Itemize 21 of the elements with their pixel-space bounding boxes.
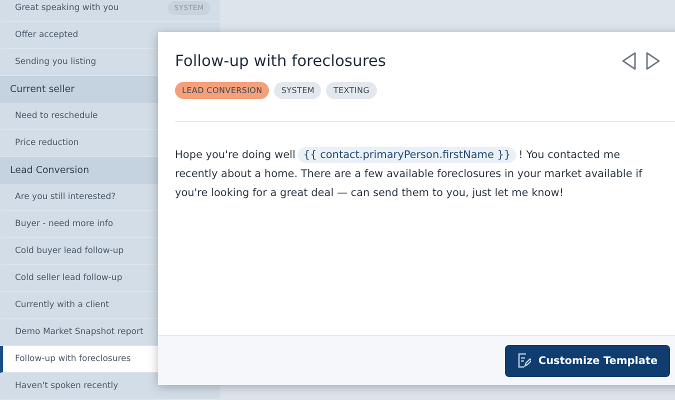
next-icon[interactable] (645, 52, 661, 70)
template-name: Offer accepted (15, 30, 78, 40)
template-name: Follow-up with foreclosures (15, 354, 131, 364)
variable-chip: {{ contact.primaryPerson.firstName }} (298, 147, 516, 163)
category-tag: LEAD CONVERSION (175, 82, 270, 99)
template-name: Buyer - need more info (15, 219, 114, 229)
template-name: Cold buyer lead follow-up (15, 246, 124, 256)
template-name: Great speaking with you (15, 3, 119, 13)
template-name: Demo Market Snapshot report (15, 327, 144, 337)
category-tag: TEXTING (326, 82, 377, 99)
template-name: Sending you listing (15, 57, 96, 67)
template-name: Haven't spoken recently (15, 381, 118, 391)
template-name: Are you still interested? (15, 192, 116, 202)
customize-template-button[interactable]: Customize Template (505, 344, 670, 376)
previous-icon[interactable] (621, 52, 637, 70)
edit-document-icon (517, 353, 532, 368)
template-name: Currently with a client (15, 300, 110, 310)
template-name: Need to reschedule (15, 111, 98, 121)
category-tag: SYSTEM (274, 82, 322, 99)
template-name: Cold seller lead follow-up (15, 273, 122, 283)
template-name: Price reduction (15, 138, 79, 148)
